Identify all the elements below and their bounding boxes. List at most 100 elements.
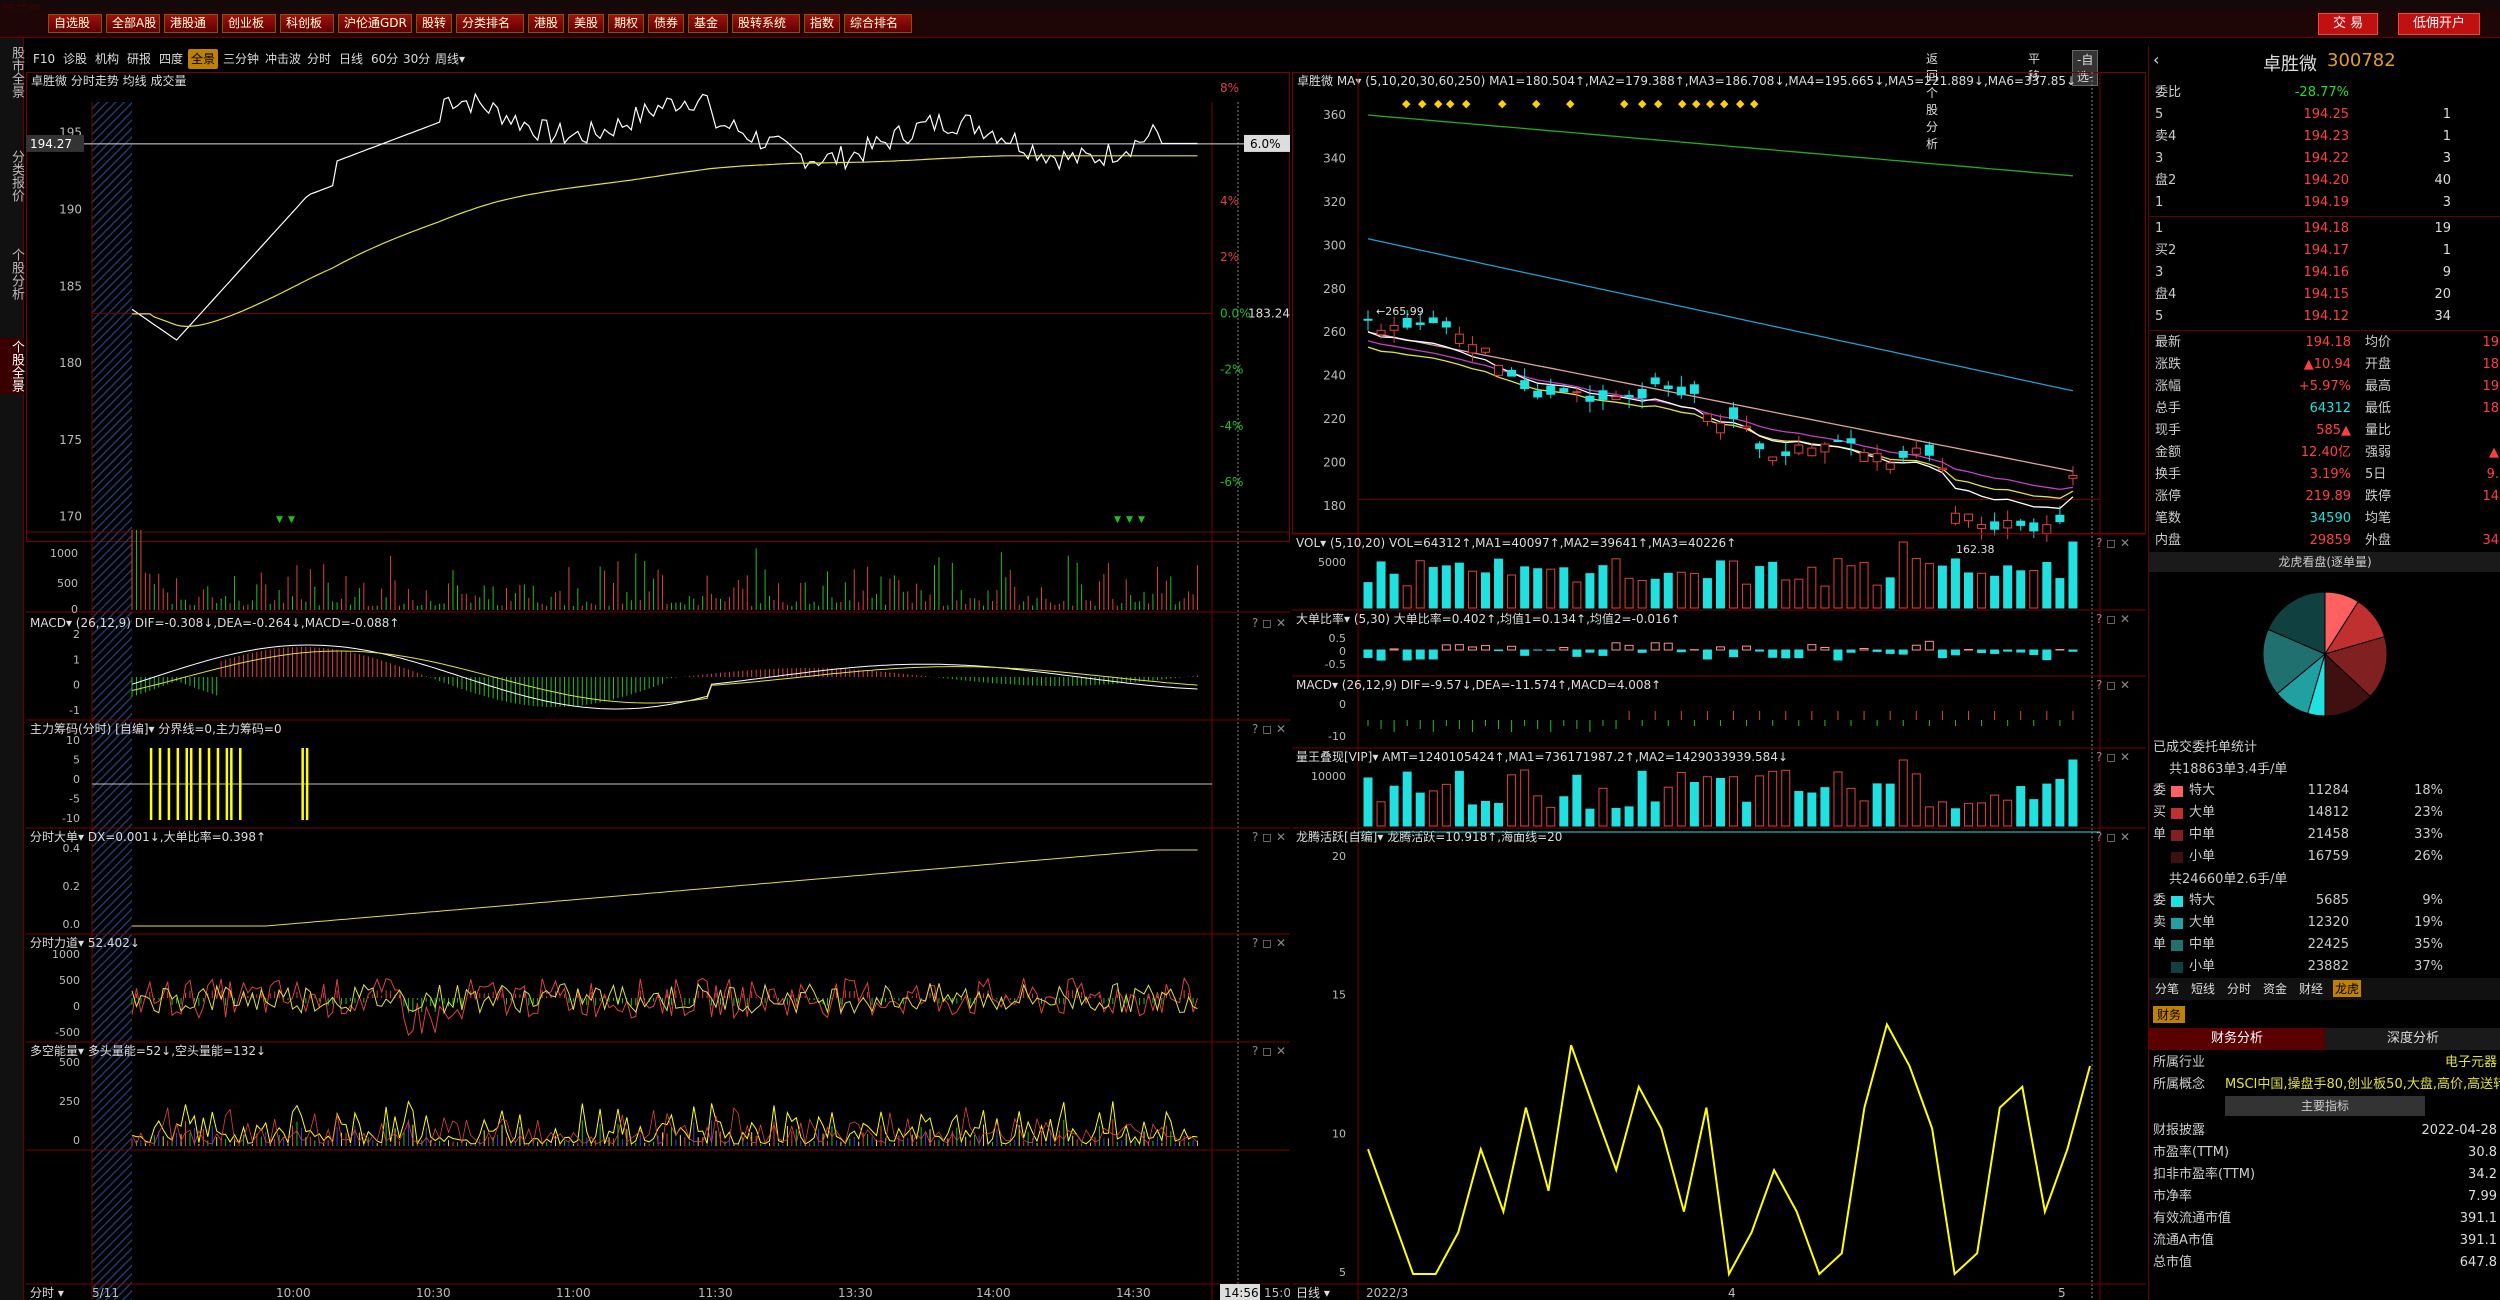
deep-analysis-tab[interactable]: 深度分析 xyxy=(2325,1028,2500,1050)
k-vol-bar xyxy=(1454,562,1464,609)
count-val: 23882 xyxy=(2307,959,2349,974)
pct-label: -6% xyxy=(1220,475,1243,489)
finance-tab[interactable]: 财务 xyxy=(2153,1006,2186,1023)
k-candle xyxy=(1402,317,1412,328)
toolbar: 自选股 全部A股 港股通 创业板 科创板 沪伦通GDR 股转 分类排名 港股 美股 期权 债券 基金 股转… xyxy=(0,10,2500,38)
bottom-tab-0[interactable]: 分笔 xyxy=(2153,980,2181,997)
k-candle xyxy=(1742,425,1752,429)
k-diamond: ◆ xyxy=(1706,97,1715,110)
toolbar-btn-14[interactable]: 指数 xyxy=(804,14,840,33)
period-tab-5[interactable]: 全景 xyxy=(188,49,219,69)
side-label: 单 xyxy=(2153,827,2167,842)
k-bigratio-bar xyxy=(1990,649,2000,654)
row-vol: 40 xyxy=(2434,173,2451,188)
toolbar-btn-9[interactable]: 美股 xyxy=(568,14,604,33)
kv-val: 30.8 xyxy=(2468,1145,2497,1160)
kline-axis-menu: 日线 ▾ xyxy=(1296,1286,1330,1300)
ma-line-0 xyxy=(1367,114,2073,177)
toolbar-btn-0[interactable]: 自选股 xyxy=(48,14,102,33)
chip-bar xyxy=(225,748,229,820)
k-candle xyxy=(1859,452,1869,462)
period-tab-2[interactable]: 机构 xyxy=(92,49,122,69)
trade-button[interactable]: 交 易 xyxy=(2318,13,2379,35)
period-tab-3[interactable]: 研报 xyxy=(124,49,154,69)
period-tab-9[interactable]: 日线 xyxy=(336,49,366,69)
back-icon[interactable]: ‹ xyxy=(2153,50,2159,69)
bottom-tab-3[interactable]: 资金 xyxy=(2261,980,2289,997)
period-tab-7[interactable]: 冲击波 xyxy=(262,49,304,69)
stat-row: 总手 64312 最低 18 xyxy=(2149,398,2500,420)
k-candle xyxy=(1937,467,1947,471)
indicator-label: 0 xyxy=(73,773,80,786)
fin-row: 总市值 647.8 xyxy=(2149,1252,2500,1274)
k-candle xyxy=(1768,456,1778,462)
price-label: 185 xyxy=(59,279,82,293)
bottom-tab-4[interactable]: 财经 xyxy=(2297,980,2325,997)
toolbar-btn-10[interactable]: 期权 xyxy=(608,14,644,33)
toolbar-btn-5[interactable]: 沪伦通GDR xyxy=(338,14,412,33)
k-vol-bar xyxy=(1807,566,1817,609)
k-vol-bar xyxy=(1755,566,1765,609)
period-tab-8[interactable]: 分时 xyxy=(304,49,334,69)
toolbar-btn-2[interactable]: 港股通 xyxy=(164,14,218,33)
kv-key: 市盈率(TTM) xyxy=(2153,1145,2230,1160)
row-label: 盘4 xyxy=(2155,287,2177,302)
indicator-label: 0.0 xyxy=(63,918,81,931)
bottom-tab-1[interactable]: 短线 xyxy=(2189,980,2217,997)
sidebar-tab-2[interactable]: 个股分析 xyxy=(0,246,24,302)
commission-title: 已成交委托单统计 xyxy=(2153,740,2258,755)
period-tab-6[interactable]: 三分钟 xyxy=(220,49,262,69)
k-vol-bar xyxy=(1846,565,1856,609)
open-account-button[interactable]: 低佣开户 xyxy=(2398,13,2481,35)
sidebar-tab-0[interactable]: 股市全景 xyxy=(0,44,24,100)
toolbar-btn-7[interactable]: 分类排名 xyxy=(456,14,524,33)
fin-analysis-tab[interactable]: 财务分析 xyxy=(2149,1028,2325,1050)
bottom-tab-5[interactable]: 龙虎 xyxy=(2333,980,2362,997)
toolbar-btn-3[interactable]: 创业板 xyxy=(222,14,276,33)
toolbar-btn-13[interactable]: 股转系统 xyxy=(732,14,800,33)
period-tab-12[interactable]: 周线▾ xyxy=(432,49,468,69)
toolbar-btn-4[interactable]: 科创板 xyxy=(280,14,334,33)
stat-key: 金额 xyxy=(2155,445,2182,460)
period-tab-0[interactable]: F10 xyxy=(30,49,58,69)
toolbar-btn-15[interactable]: 综合排名 xyxy=(844,14,912,33)
toolbar-btn-11[interactable]: 债券 xyxy=(648,14,684,33)
toolbar-btn-6[interactable]: 股转 xyxy=(416,14,452,33)
k-candle xyxy=(1924,444,1934,456)
ma-line-1 xyxy=(1367,238,2074,392)
k-vol-bar xyxy=(1441,783,1451,827)
period-tab-10[interactable]: 60分 xyxy=(368,49,401,69)
fin-row: 扣非市盈率(TTM) 34.2 xyxy=(2149,1164,2500,1186)
k-bigratio-bar xyxy=(1428,649,1438,660)
k-vol-bar xyxy=(2068,759,2078,827)
toolbar-btn-12[interactable]: 基金 xyxy=(688,14,728,33)
k-y-label: 220 xyxy=(1323,412,1346,426)
type-label: 中单 xyxy=(2189,937,2216,952)
time-label: 14:00 xyxy=(976,1286,1011,1300)
k-panel-label: 5000 xyxy=(1318,556,1346,569)
stat-val: 64312 xyxy=(2309,401,2351,416)
k-bigratio-bar xyxy=(1924,640,1934,651)
indicator-label: -10 xyxy=(62,812,80,825)
period-tab-11[interactable]: 30分 xyxy=(400,49,433,69)
k-panel-controls: ? ◻ ✕ xyxy=(2096,612,2130,626)
period-tab-4[interactable]: 四度 xyxy=(156,49,186,69)
toolbar-btn-8[interactable]: 港股 xyxy=(528,14,564,33)
toolbar-btn-1[interactable]: 全部A股 xyxy=(106,14,160,33)
k-candle xyxy=(2042,524,2052,534)
bid-row: 买2 194.17 1 xyxy=(2149,240,2500,262)
time-label: 10:30 xyxy=(416,1286,451,1300)
row-price: 194.23 xyxy=(2303,129,2350,144)
k-y-label: 280 xyxy=(1323,282,1346,296)
period-tab-1[interactable]: 诊股 xyxy=(60,49,90,69)
time-label: 14:56 xyxy=(1224,1286,1259,1300)
bottom-tab-2[interactable]: 分时 xyxy=(2225,980,2253,997)
sidebar-tab-1[interactable]: 分类报价 xyxy=(0,148,24,204)
k-vol-bar xyxy=(1898,541,1908,609)
bid-row: 盘4 194.15 20 xyxy=(2149,284,2500,306)
row-vol: 9 xyxy=(2442,265,2451,280)
k-candle xyxy=(1872,453,1882,463)
k-y-label: 300 xyxy=(1323,238,1346,252)
sidebar-tab-3[interactable]: 个股全景 xyxy=(0,338,24,394)
k-vol-bar xyxy=(1637,579,1647,609)
